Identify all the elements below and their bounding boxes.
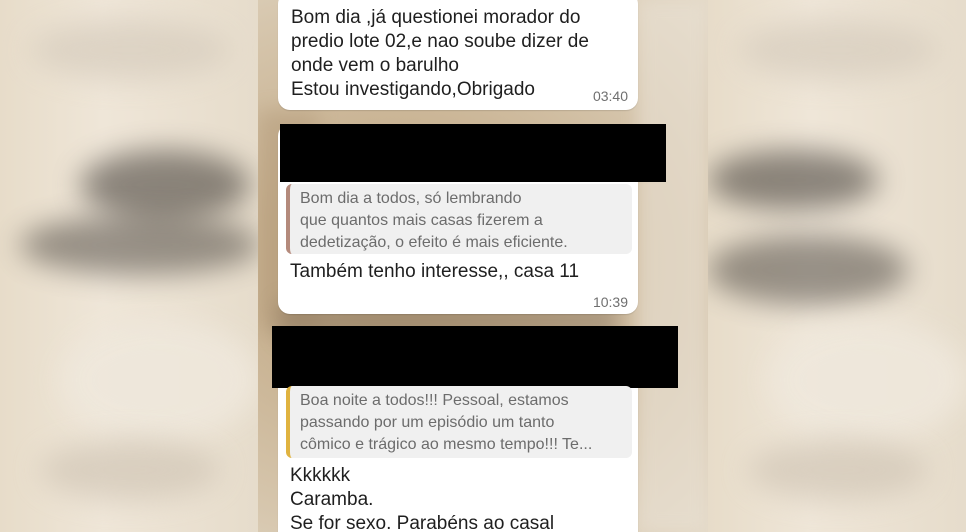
quoted-message-text: Bom dia a todos, só lembrando que quanto… <box>300 190 568 251</box>
blurred-background-left <box>0 0 260 532</box>
quoted-message[interactable]: Boa noite a todos!!! Pessoal, estamos pa… <box>286 386 632 458</box>
message-bubble[interactable]: Bom dia ,já questionei morador do predio… <box>278 0 638 110</box>
message-time: 03:40 <box>592 88 628 104</box>
chat-conversation[interactable]: Bom dia ,já questionei morador do predio… <box>258 0 708 532</box>
quoted-message-text: Boa noite a todos!!! Pessoal, estamos pa… <box>300 392 593 453</box>
redacted-sender-name <box>272 326 678 388</box>
message-bubble[interactable]: Boa noite a todos!!! Pessoal, estamos pa… <box>272 326 678 532</box>
message-text: Kkkkkk Caramba. Se for sexo. Parabéns ao… <box>290 465 555 532</box>
message-time: 10:39 <box>592 294 628 310</box>
quoted-message[interactable]: Bom dia a todos, só lembrando que quanto… <box>286 184 632 254</box>
message-text: Também tenho interesse,, casa 11 <box>290 261 580 282</box>
message-bubble[interactable]: Bom dia a todos, só lembrando que quanto… <box>278 124 666 314</box>
redacted-sender-name <box>280 124 666 182</box>
message-text: Bom dia ,já questionei morador do predio… <box>291 7 589 100</box>
blurred-background-right <box>708 0 966 532</box>
